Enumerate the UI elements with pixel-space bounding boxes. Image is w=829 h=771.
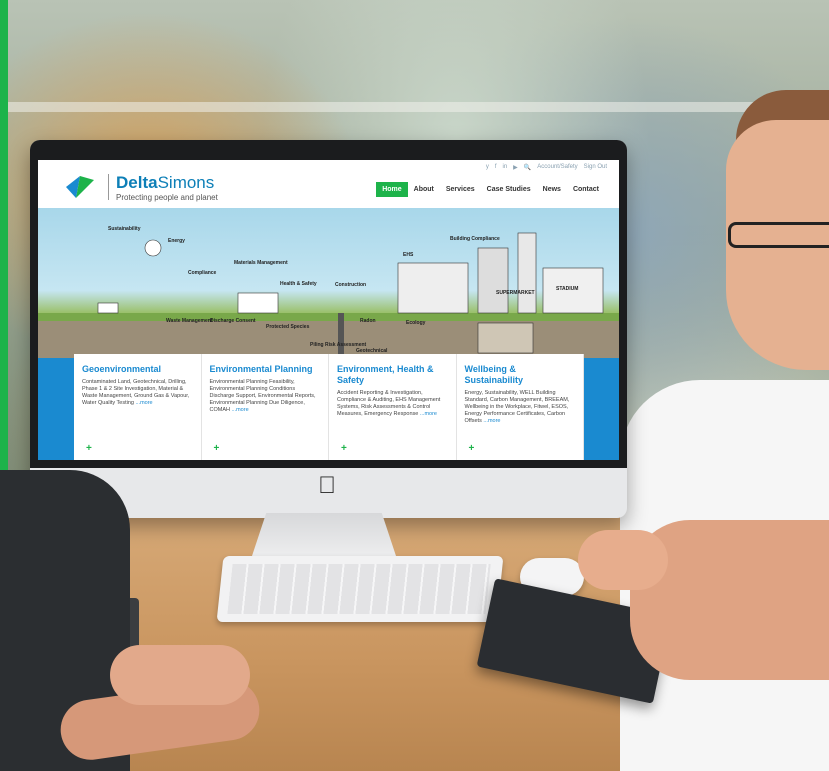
hero-label: Waste Management	[166, 318, 213, 324]
site-header: DeltaSimons Protecting people and planet…	[38, 160, 619, 208]
monitor-bezel: DeltaSimons Protecting people and planet…	[30, 140, 627, 468]
menu-case-studies[interactable]: Case Studies	[481, 182, 537, 197]
hero-label: Ecology	[406, 320, 426, 326]
menu-services[interactable]: Services	[440, 182, 481, 197]
window-frame	[0, 0, 829, 112]
menu-about[interactable]: About	[408, 182, 440, 197]
card-title: Wellbeing & Sustainability	[464, 364, 524, 385]
keyboard	[216, 556, 504, 622]
hero-label: Materials Management	[234, 260, 288, 266]
card-text: Accident Reporting & Investigation, Comp…	[337, 390, 441, 417]
logo-divider	[108, 174, 109, 200]
card-title: Environment, Health & Safety	[337, 364, 434, 385]
glasses	[728, 222, 829, 248]
hero-label: Discharge Consent	[210, 318, 256, 324]
service-card[interactable]: Environment, Health & Safety Accident Re…	[329, 354, 457, 460]
sign-out-link[interactable]: Sign Out	[584, 164, 607, 171]
hero-label: Sustainability	[108, 226, 141, 232]
account-link[interactable]: Account/Safety	[537, 164, 577, 171]
card-title: Geoenvironmental	[82, 364, 162, 374]
hero-label: Construction	[335, 282, 367, 288]
woman-hands	[110, 645, 250, 705]
card-title: Environmental Planning	[209, 364, 313, 374]
plus-icon[interactable]: +	[341, 443, 347, 454]
linkedin-icon[interactable]: in	[503, 164, 508, 171]
menu-contact[interactable]: Contact	[567, 182, 605, 197]
plus-icon[interactable]: +	[469, 443, 475, 454]
hero-label: EHS	[403, 252, 414, 258]
hero-label: SUPERMARKET	[496, 290, 535, 296]
youtube-icon[interactable]: ▶	[513, 164, 518, 171]
hero-label: Health & Safety	[280, 281, 317, 287]
service-cards: Geoenvironmental Contaminated Land, Geot…	[74, 354, 584, 460]
hero-label: Energy	[168, 238, 185, 244]
apple-logo-icon: 	[318, 472, 336, 500]
hero-illustration: Sustainability Energy Compliance Materia…	[38, 208, 619, 358]
hero-label: Compliance	[188, 270, 217, 276]
service-card[interactable]: Environmental Planning Environmental Pla…	[201, 354, 329, 460]
brand-tagline: Protecting people and planet	[116, 193, 218, 202]
more-link[interactable]: ...more	[483, 418, 500, 424]
more-link[interactable]: ...more	[420, 411, 437, 417]
hero-label: Building Compliance	[450, 236, 500, 242]
search-icon[interactable]: 🔍	[524, 164, 531, 171]
menu-news[interactable]: News	[537, 182, 567, 197]
website-screen: DeltaSimons Protecting people and planet…	[38, 160, 619, 460]
facebook-icon[interactable]: f	[495, 164, 497, 171]
man-hand-with-pen	[578, 530, 668, 590]
menu-home[interactable]: Home	[376, 182, 408, 197]
plus-icon[interactable]: +	[214, 443, 220, 454]
brand-name[interactable]: DeltaSimons	[116, 173, 214, 193]
imac-monitor: DeltaSimons Protecting people and planet…	[30, 140, 627, 518]
more-link[interactable]: ...more	[136, 400, 153, 406]
twitter-icon[interactable]: y	[486, 164, 489, 171]
card-text: Environmental Planning Feasibility, Envi…	[209, 379, 316, 413]
service-card[interactable]: Geoenvironmental Contaminated Land, Geot…	[74, 354, 202, 460]
hero-label: Radon	[360, 318, 376, 324]
card-text: Energy, Sustainability, WELL Building St…	[464, 390, 570, 424]
hero-label: Protected Species	[266, 324, 310, 330]
photo-scene: DeltaSimons Protecting people and planet…	[0, 0, 829, 771]
more-link[interactable]: ...more	[232, 407, 249, 413]
social-links: y f in ▶ 🔍 Account/Safety Sign Out	[486, 164, 607, 171]
keyboard-keys	[227, 564, 491, 614]
main-menu: Home About Services Case Studies News Co…	[376, 182, 605, 197]
delta-logo-icon	[66, 176, 94, 198]
hero-label: STADIUM	[556, 286, 579, 292]
card-text: Contaminated Land, Geotechnical, Drillin…	[82, 379, 190, 406]
plus-icon[interactable]: +	[86, 443, 92, 454]
service-card[interactable]: Wellbeing & Sustainability Energy, Susta…	[456, 354, 584, 460]
